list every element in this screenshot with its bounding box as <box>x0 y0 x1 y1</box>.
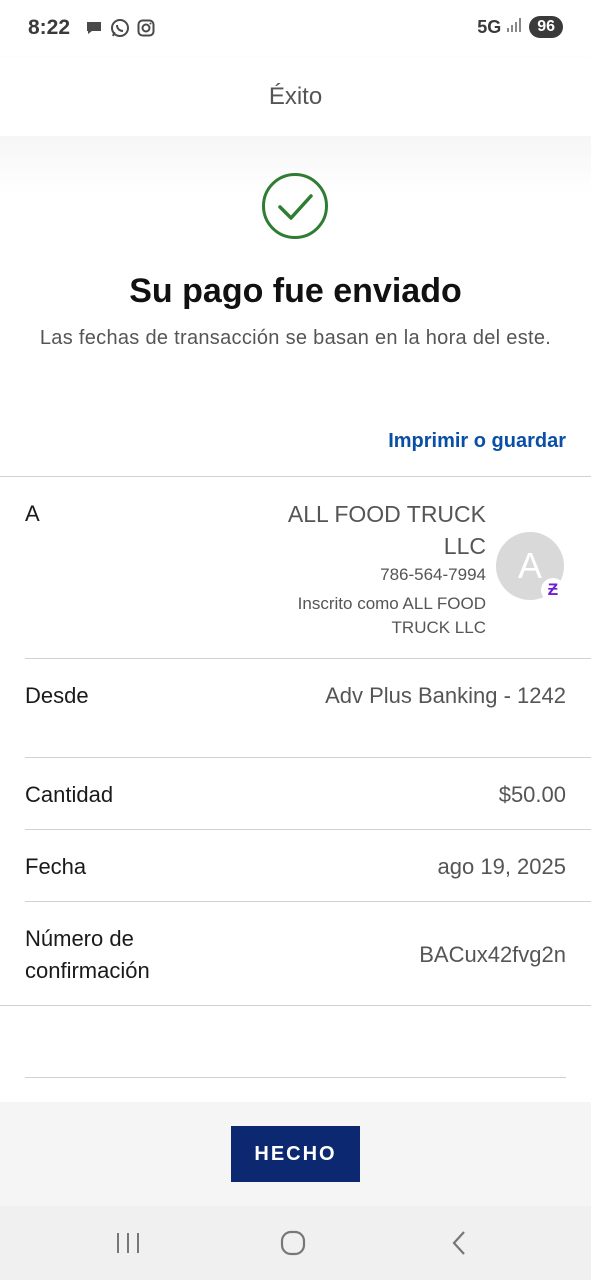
from-label: Desde <box>25 683 89 708</box>
instagram-icon <box>136 18 156 38</box>
success-subtitle: Las fechas de transacción se basan en la… <box>39 327 552 349</box>
amount-label: Cantidad <box>25 782 114 807</box>
divider <box>25 1077 566 1078</box>
battery-level: 96 <box>529 16 563 38</box>
status-bar: 8:22 5G 96 <box>0 0 591 58</box>
signal-icon <box>507 17 523 37</box>
whatsapp-icon <box>110 18 130 38</box>
from-account: Adv Plus Banking - 1242 <box>325 683 566 708</box>
divider <box>0 476 591 477</box>
date-label: Fecha <box>25 854 87 879</box>
action-footer: HECHO <box>0 1102 591 1206</box>
message-icon <box>84 18 104 38</box>
app-header: Éxito <box>0 58 591 136</box>
divider <box>0 1005 591 1006</box>
amount-value: $50.00 <box>498 782 566 807</box>
payee-enrolled-as: Inscrito como ALL FOOD TRUCK LLC <box>297 594 486 637</box>
divider <box>25 658 591 659</box>
system-nav-bar <box>0 1206 591 1280</box>
divider <box>25 757 591 758</box>
status-time: 8:22 <box>28 16 71 39</box>
to-label: A <box>25 501 40 526</box>
network-type: 5G <box>477 16 502 37</box>
print-or-save-link[interactable]: Imprimir o guardar <box>388 430 566 453</box>
confirmation-number: BACux42fvg2n <box>419 942 566 967</box>
notification-icons <box>84 18 156 38</box>
checkmark-icon <box>262 173 328 239</box>
divider <box>25 829 591 830</box>
date-value: ago 19, 2025 <box>437 854 566 879</box>
done-button[interactable]: HECHO <box>231 1126 360 1182</box>
success-section: Su pago fue enviado Las fechas de transa… <box>0 136 591 476</box>
success-title: Su pago fue enviado <box>129 272 462 310</box>
recent-apps-icon[interactable] <box>110 1228 146 1258</box>
back-icon[interactable] <box>441 1228 477 1258</box>
confirmation-label: Número de confirmación <box>25 926 150 983</box>
page-title: Éxito <box>268 83 323 110</box>
zelle-icon: Ƶ <box>541 578 565 602</box>
payee-phone: 786-564-7994 <box>380 565 486 584</box>
divider <box>25 901 591 902</box>
payee-name: ALL FOOD TRUCK LLC <box>287 501 486 559</box>
home-icon[interactable] <box>275 1228 311 1258</box>
